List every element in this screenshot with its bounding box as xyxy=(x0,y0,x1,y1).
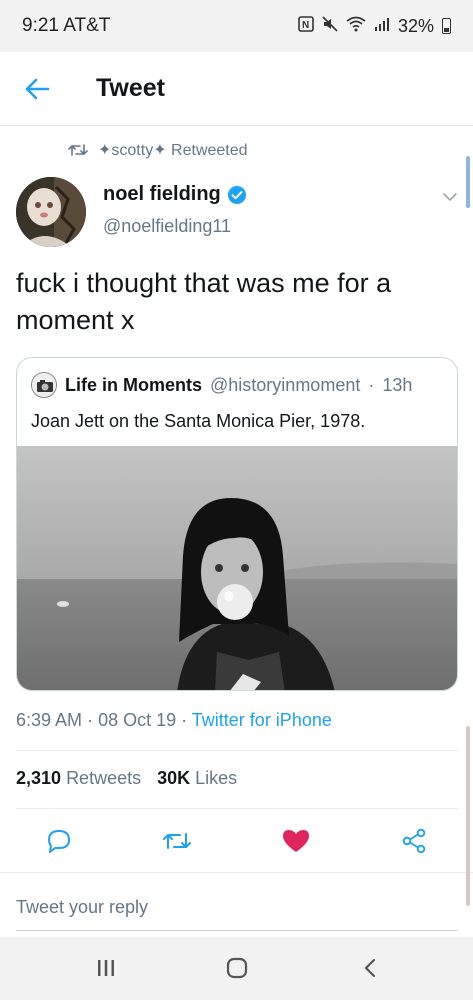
signal-icon xyxy=(374,16,390,36)
retweets-label: Retweets xyxy=(66,768,142,788)
svg-text:N: N xyxy=(302,20,309,31)
quoted-tweet[interactable]: Life in Moments @historyinmoment · 13h J… xyxy=(16,357,458,691)
recents-button[interactable] xyxy=(86,953,126,983)
home-button[interactable] xyxy=(217,953,257,983)
reply-placeholder: Tweet your reply xyxy=(16,897,149,917)
reply-icon xyxy=(48,830,70,853)
back-arrow-icon xyxy=(25,78,50,99)
quoted-text: Joan Jett on the Santa Monica Pier, 1978… xyxy=(31,411,366,431)
verified-badge-icon xyxy=(227,185,246,204)
tweet-author[interactable]: noel fielding @noelfielding11 xyxy=(103,183,247,237)
status-bar: 9:21 AT&T N 32% xyxy=(0,0,473,52)
reply-input[interactable]: Tweet your reply xyxy=(16,885,458,931)
battery-icon xyxy=(442,18,451,34)
tweet-text: fuck i thought that was me for a moment … xyxy=(16,268,392,335)
quoted-handle: @historyinmoment xyxy=(210,374,361,395)
chevron-down-icon xyxy=(443,193,457,201)
share-icon xyxy=(402,828,426,854)
tweet-menu-button[interactable] xyxy=(442,190,458,208)
quoted-avatar xyxy=(31,372,57,398)
tweet-time: 6:39 AM xyxy=(16,710,83,730)
scroll-indicator xyxy=(466,156,470,208)
avatar[interactable] xyxy=(16,177,86,247)
tweet-date: 08 Oct 19 xyxy=(98,710,177,730)
nfc-icon: N xyxy=(298,16,314,36)
quoted-author-name: Life in Moments xyxy=(65,374,203,395)
tweet-stats: 2,310 Retweets 30K Likes xyxy=(16,768,237,789)
likes-stat[interactable]: 30K Likes xyxy=(157,768,237,789)
retweet-context[interactable]: ✦scotty✦ Retweeted xyxy=(68,140,248,160)
author-name: noel fielding xyxy=(103,183,221,205)
quoted-dot: · xyxy=(368,374,375,395)
back-button[interactable] xyxy=(0,52,74,126)
retweet-text: ✦scotty✦ Retweeted xyxy=(98,142,248,159)
status-time: 9:21 AT&T xyxy=(22,15,111,36)
like-button[interactable] xyxy=(281,826,311,856)
home-icon xyxy=(226,957,248,979)
retweets-stat[interactable]: 2,310 Retweets xyxy=(16,768,141,789)
mute-icon xyxy=(322,16,338,36)
retweets-count: 2,310 xyxy=(16,768,62,788)
nav-back-button[interactable] xyxy=(350,953,390,983)
recents-icon xyxy=(98,960,114,976)
tweet-timestamp: 6:39 AM · 08 Oct 19 · Twitter for iPhone xyxy=(16,710,332,730)
retweet-icon xyxy=(163,833,191,849)
retweet-button[interactable] xyxy=(162,826,192,856)
tweet-source-link[interactable]: Twitter for iPhone xyxy=(192,710,332,730)
share-button[interactable] xyxy=(399,826,429,856)
divider xyxy=(16,808,458,809)
app-header: Tweet xyxy=(0,52,473,126)
status-icons: N 32% xyxy=(298,16,451,37)
likes-label: Likes xyxy=(195,768,238,788)
tweet-actions xyxy=(0,818,473,864)
divider xyxy=(0,872,473,873)
scroll-indicator xyxy=(466,726,470,906)
page-title: Tweet xyxy=(96,74,165,102)
retweet-icon xyxy=(68,144,88,156)
author-handle: @noelfielding11 xyxy=(103,216,232,236)
reply-button[interactable] xyxy=(44,826,74,856)
wifi-icon xyxy=(346,16,366,36)
quoted-age: 13h xyxy=(382,374,413,395)
battery-percent: 32% xyxy=(397,15,434,36)
heart-icon xyxy=(283,830,309,852)
divider xyxy=(16,750,458,751)
quoted-photo[interactable] xyxy=(17,446,457,690)
likes-count: 30K xyxy=(157,768,191,788)
nav-back-icon xyxy=(364,958,376,978)
system-nav-bar xyxy=(0,937,473,1000)
